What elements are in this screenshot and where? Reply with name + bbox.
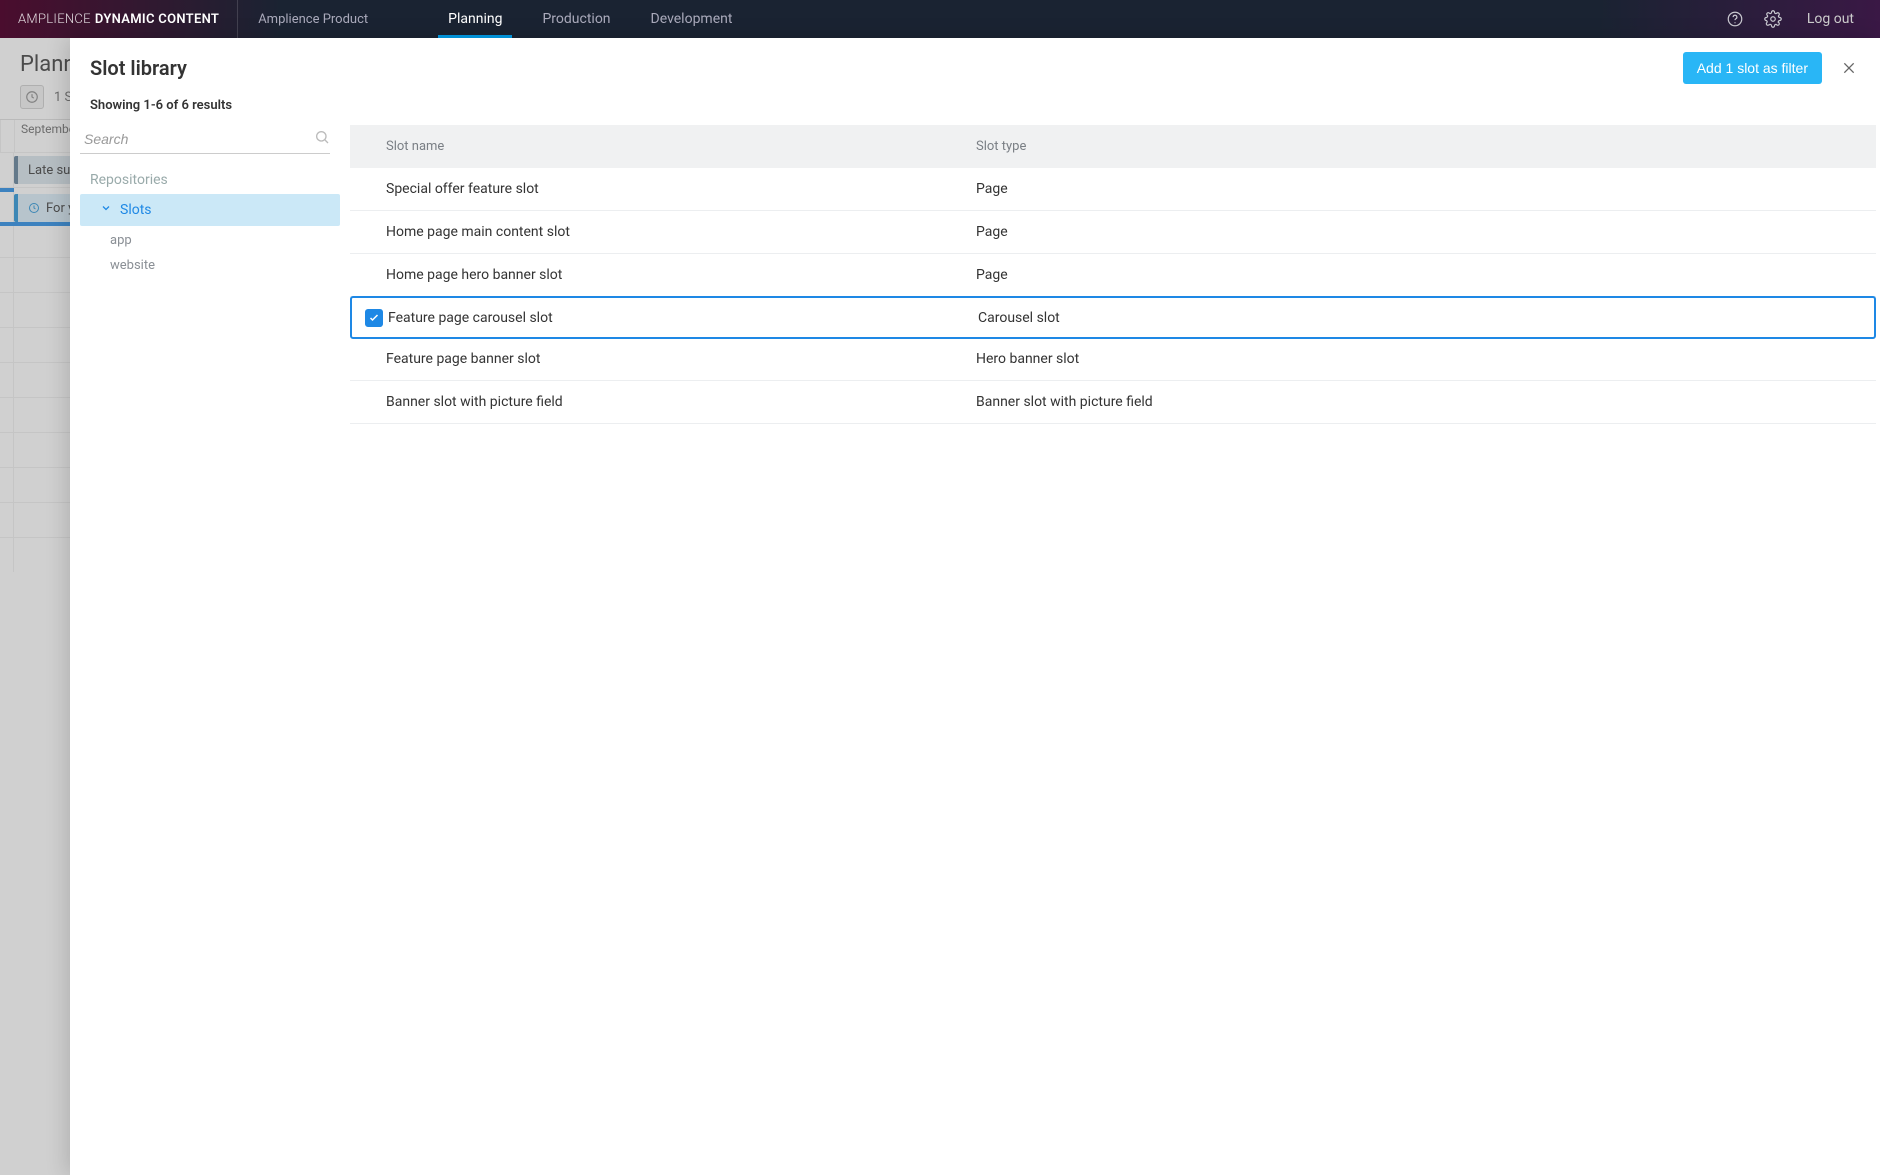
slot-type: Page: [976, 224, 1868, 240]
hub-name[interactable]: Amplience Product: [238, 12, 388, 27]
brand: AMPLIENCE DYNAMIC CONTENT: [0, 0, 238, 38]
top-nav: AMPLIENCE DYNAMIC CONTENT Amplience Prod…: [0, 0, 1880, 38]
nav-tab-label: Planning: [448, 11, 502, 27]
brand-bold: DYNAMIC CONTENT: [95, 12, 219, 27]
search-input[interactable]: [80, 125, 314, 153]
tree-node-app[interactable]: app: [70, 228, 350, 253]
brand-light: AMPLIENCE: [18, 12, 91, 27]
slot-type: Page: [976, 267, 1868, 283]
modal-body: Repositories Slots app website Slot name…: [70, 125, 1880, 1175]
modal-sidebar: Repositories Slots app website: [70, 125, 350, 1175]
add-slot-filter-button[interactable]: Add 1 slot as filter: [1683, 52, 1822, 84]
slot-type: Page: [976, 181, 1868, 197]
tree-node-slots[interactable]: Slots: [80, 194, 340, 226]
chevron-down-icon: [100, 202, 112, 218]
slot-name: Special offer feature slot: [386, 181, 976, 197]
col-header-type: Slot type: [976, 139, 1840, 154]
tree-node-label: Slots: [120, 202, 152, 218]
close-icon[interactable]: [1838, 57, 1860, 79]
slot-name: Home page main content slot: [386, 224, 976, 240]
nav-tabs: Planning Production Development: [428, 0, 752, 38]
slot-type: Banner slot with picture field: [976, 394, 1868, 410]
slot-row[interactable]: Feature page carousel slotCarousel slot: [350, 296, 1876, 339]
slot-row[interactable]: Home page main content slotPage: [350, 211, 1876, 254]
col-header-name: Slot name: [386, 139, 976, 154]
search-field[interactable]: [80, 125, 330, 154]
slot-row[interactable]: Home page hero banner slotPage: [350, 254, 1876, 297]
logout-link[interactable]: Log out: [1801, 11, 1860, 27]
slot-row[interactable]: Feature page banner slotHero banner slot: [350, 338, 1876, 381]
checkbox-checked-icon: [365, 309, 383, 327]
slot-name: Banner slot with picture field: [386, 394, 976, 410]
results-count: Showing 1-6 of 6 results: [70, 90, 1880, 125]
list-body: Special offer feature slotPageHome page …: [350, 168, 1876, 424]
nav-tab-label: Development: [651, 11, 733, 27]
search-icon[interactable]: [314, 129, 330, 149]
nav-tab-production[interactable]: Production: [522, 0, 630, 38]
slot-name: Feature page carousel slot: [388, 310, 978, 326]
nav-tab-planning[interactable]: Planning: [428, 0, 522, 38]
slot-row[interactable]: Banner slot with picture fieldBanner slo…: [350, 381, 1876, 424]
modal-header: Slot library Add 1 slot as filter: [70, 38, 1880, 90]
slot-type: Hero banner slot: [976, 351, 1868, 367]
list-header: Slot name Slot type: [350, 125, 1876, 168]
repositories-label: Repositories: [70, 172, 350, 188]
slot-list: Slot name Slot type Special offer featur…: [350, 125, 1880, 1175]
nav-right: Log out: [1725, 9, 1880, 29]
help-icon[interactable]: [1725, 9, 1745, 29]
slot-row[interactable]: Special offer feature slotPage: [350, 168, 1876, 211]
modal-title: Slot library: [90, 56, 187, 80]
nav-tab-development[interactable]: Development: [631, 0, 753, 38]
row-checkbox[interactable]: [360, 309, 388, 327]
slot-type: Carousel slot: [978, 310, 1866, 326]
slot-name: Home page hero banner slot: [386, 267, 976, 283]
slot-library-modal: Slot library Add 1 slot as filter Showin…: [70, 38, 1880, 1175]
nav-tab-label: Production: [542, 11, 610, 27]
slot-name: Feature page banner slot: [386, 351, 976, 367]
gear-icon[interactable]: [1763, 9, 1783, 29]
tree-node-website[interactable]: website: [70, 253, 350, 278]
